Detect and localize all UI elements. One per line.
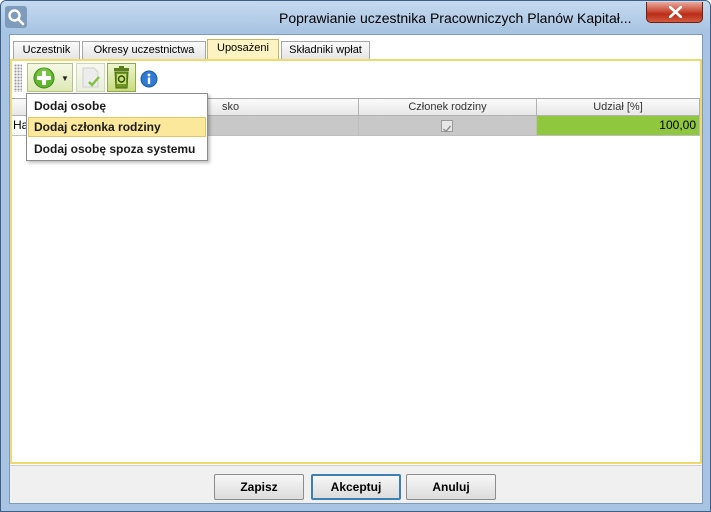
menu-item-add-person[interactable]: Dodaj osobę	[28, 96, 206, 116]
chevron-down-icon: ▼	[61, 74, 69, 83]
search-icon	[5, 6, 27, 28]
delete-icon	[114, 66, 129, 89]
accept-icon	[82, 67, 100, 88]
close-button[interactable]	[646, 2, 703, 23]
cell-share[interactable]: 100,00	[537, 116, 700, 136]
info-button[interactable]	[140, 70, 158, 91]
family-member-checkbox[interactable]	[441, 120, 453, 133]
accept-button[interactable]	[76, 63, 105, 92]
save-button[interactable]: Zapisz	[214, 474, 304, 500]
window-title: Poprawianie uczestnika Pracowniczych Pla…	[279, 10, 632, 26]
accept-button-dialog[interactable]: Akceptuj	[311, 474, 401, 500]
checkmark-icon	[443, 125, 452, 133]
tab-okresy-uczestnictwa[interactable]: Okresy uczestnictwa	[82, 41, 206, 60]
toolbar: ▼	[12, 61, 700, 95]
dialog-button-bar: Zapisz Akceptuj Anuluj	[10, 465, 702, 503]
tab-skladniki-wplat[interactable]: Składniki wpłat	[281, 41, 370, 60]
close-icon	[669, 6, 682, 18]
column-header-share[interactable]: Udział [%]	[537, 99, 700, 116]
column-header-family-member[interactable]: Członek rodziny	[359, 99, 537, 116]
add-button[interactable]: ▼	[27, 63, 73, 92]
tab-uposazeni[interactable]: Uposażeni	[207, 39, 279, 60]
toolbar-grip[interactable]	[14, 64, 22, 92]
title-bar[interactable]: Poprawianie uczestnika Pracowniczych Pla…	[1, 1, 710, 33]
info-icon	[140, 70, 158, 88]
dialog-window: Poprawianie uczestnika Pracowniczych Pla…	[0, 0, 711, 512]
add-icon	[33, 67, 55, 89]
cell-family-member[interactable]	[359, 116, 537, 136]
cancel-button[interactable]: Anuluj	[406, 474, 496, 500]
delete-button[interactable]	[107, 63, 136, 92]
add-dropdown-menu: Dodaj osobę Dodaj członka rodziny Dodaj …	[26, 93, 208, 161]
menu-item-add-external-person[interactable]: Dodaj osobę spoza systemu	[28, 139, 206, 159]
tab-uczestnik[interactable]: Uczestnik	[13, 41, 80, 60]
menu-item-add-family-member[interactable]: Dodaj członka rodziny	[28, 117, 206, 137]
